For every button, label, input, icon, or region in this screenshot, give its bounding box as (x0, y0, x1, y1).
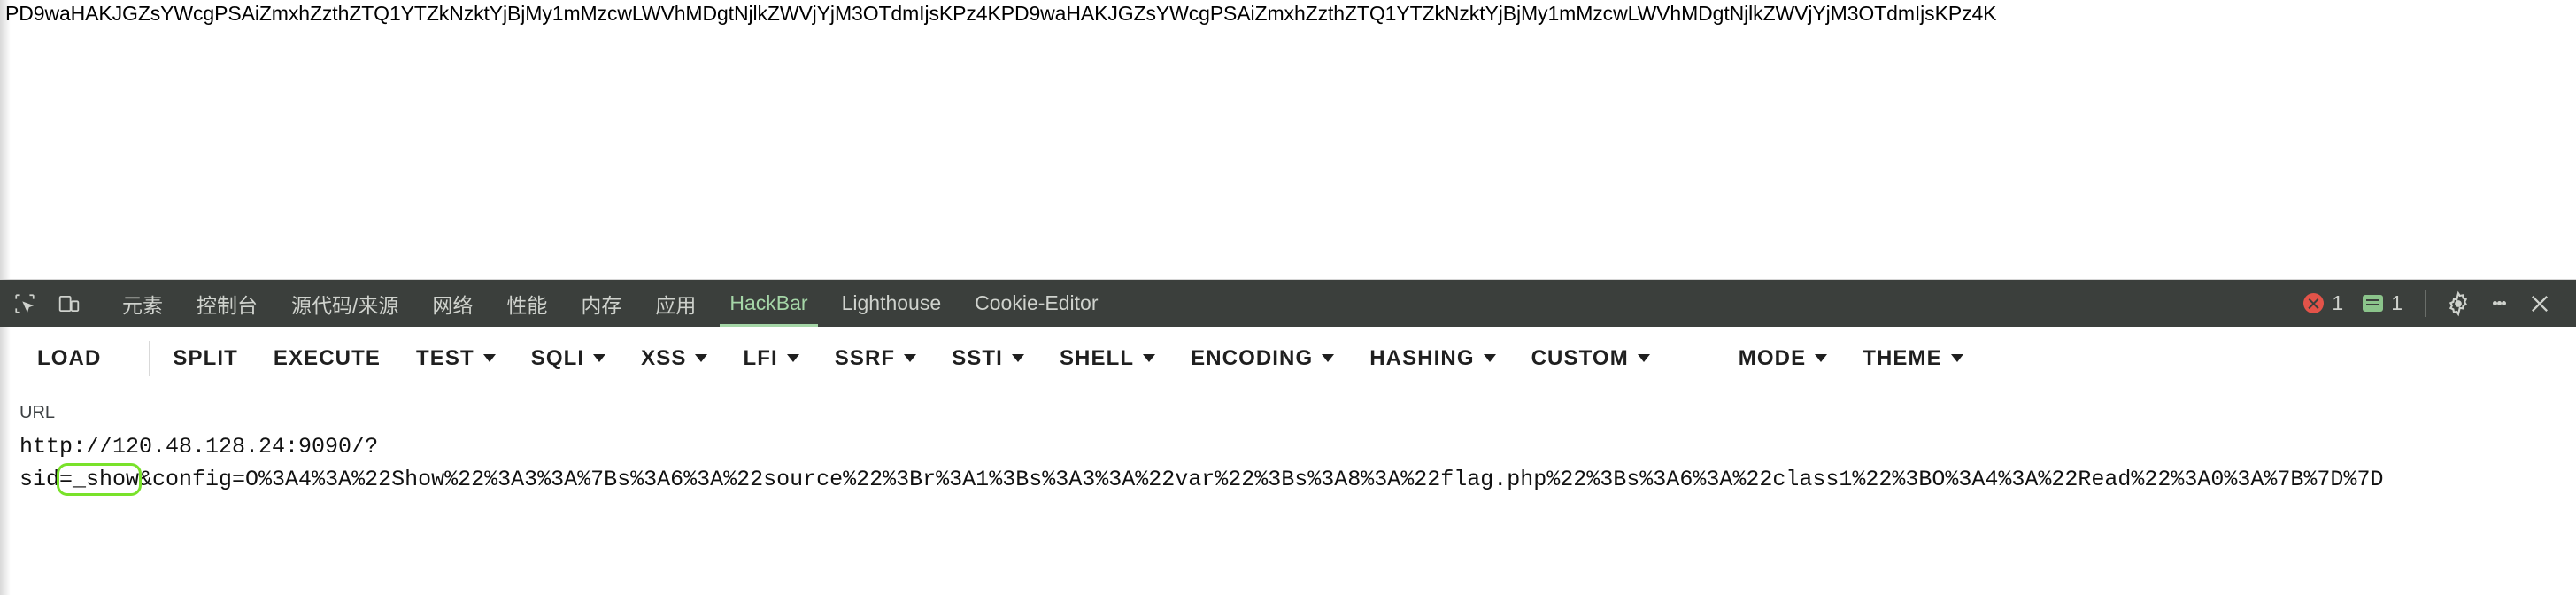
gear-icon[interactable] (2438, 283, 2479, 324)
error-icon (2303, 293, 2325, 313)
tab-performance[interactable]: 性能 (490, 280, 564, 327)
lfi-menu-label: LFI (743, 345, 778, 370)
load-button[interactable]: LOAD (19, 336, 119, 381)
mode-menu[interactable]: MODE (1721, 336, 1845, 381)
kebab-menu-icon[interactable] (2479, 283, 2519, 324)
tab-hackbar[interactable]: HackBar (713, 280, 824, 327)
ssti-menu-label: SSTI (952, 345, 1003, 370)
inspect-element-icon[interactable] (9, 288, 41, 320)
load-dropdown-icon[interactable] (119, 336, 143, 381)
message-count-label: 1 (2391, 291, 2402, 314)
hashing-menu-label: HASHING (1369, 345, 1475, 370)
ssti-menu[interactable]: SSTI (934, 336, 1042, 381)
device-toolbar-icon[interactable] (53, 288, 85, 320)
tab-application[interactable]: 应用 (638, 280, 713, 327)
theme-menu-label: THEME (1863, 345, 1942, 370)
chevron-down-icon (1143, 354, 1156, 362)
close-icon[interactable] (2519, 283, 2560, 324)
viewport-left-shade (0, 0, 11, 279)
chevron-down-icon (695, 354, 708, 362)
tab-lighthouse[interactable]: Lighthouse (825, 280, 959, 327)
tab-sources[interactable]: 源代码/来源 (274, 280, 415, 327)
toolbar-divider (149, 340, 150, 376)
theme-menu[interactable]: THEME (1845, 336, 1981, 381)
sqli-menu[interactable]: SQLI (513, 336, 623, 381)
shell-menu[interactable]: SHELL (1042, 336, 1173, 381)
devtools-status-area: 1 1 (2294, 280, 2576, 327)
url-label: URL (19, 403, 56, 422)
tab-console[interactable]: 控制台 (180, 280, 274, 327)
hashing-menu[interactable]: HASHING (1352, 336, 1513, 381)
chevron-down-icon (1011, 354, 1024, 362)
url-input[interactable]: http://120.48.128.24:9090/? sid=_show&co… (19, 430, 2557, 496)
chevron-down-icon (1950, 354, 1963, 362)
execute-button[interactable]: EXECUTE (256, 336, 398, 381)
hackbar-toolbar: LOAD SPLIT EXECUTE TEST SQLI XSS LFI SSR… (0, 327, 2576, 390)
test-menu-label: TEST (415, 345, 474, 370)
devtools-tabs: 元素 控制台 源代码/来源 网络 性能 内存 应用 HackBar Lighth… (105, 280, 1114, 327)
hackbar-panel: LOAD SPLIT EXECUTE TEST SQLI XSS LFI SSR… (0, 327, 2576, 595)
test-menu[interactable]: TEST (398, 336, 513, 381)
error-count-label: 1 (2332, 291, 2344, 314)
xss-menu[interactable]: XSS (623, 336, 725, 381)
sqli-menu-label: SQLI (530, 345, 585, 370)
page-viewport: PD9waHAKJGZsYWcgPSAiZmxhZzthZTQ1YTZkNzkt… (0, 0, 2576, 280)
ssrf-menu-label: SSRF (834, 345, 896, 370)
custom-menu-label: CUSTOM (1531, 345, 1629, 370)
chevron-down-icon (1637, 354, 1650, 362)
status-separator (2425, 290, 2426, 317)
page-body-text: PD9waHAKJGZsYWcgPSAiZmxhZzthZTQ1YTZkNzkt… (5, 2, 1997, 25)
tab-elements[interactable]: 元素 (105, 280, 180, 327)
chevron-down-icon (1815, 354, 1828, 362)
encoding-menu[interactable]: ENCODING (1173, 336, 1352, 381)
chevron-down-icon (904, 354, 917, 362)
xss-menu-label: XSS (641, 345, 687, 370)
browser-window: PD9waHAKJGZsYWcgPSAiZmxhZzthZTQ1YTZkNzkt… (0, 0, 2576, 595)
tab-network[interactable]: 网络 (415, 280, 490, 327)
url-highlighted-segment: =_show (57, 463, 143, 496)
url-block: URL http://120.48.128.24:9090/? sid=_sho… (0, 390, 2576, 496)
devtools-left-icons (0, 280, 90, 327)
chevron-down-icon (1483, 354, 1496, 362)
shell-menu-label: SHELL (1059, 345, 1135, 370)
chevron-down-icon (593, 354, 606, 362)
message-icon (2363, 295, 2384, 312)
lfi-menu[interactable]: LFI (725, 336, 816, 381)
message-count-indicator[interactable]: 1 (2353, 291, 2412, 315)
ssrf-menu[interactable]: SSRF (817, 336, 934, 381)
mode-menu-label: MODE (1738, 345, 1807, 370)
devtools-tabbar: 元素 控制台 源代码/来源 网络 性能 内存 应用 HackBar Lighth… (0, 280, 2576, 327)
custom-menu[interactable]: CUSTOM (1514, 336, 1668, 381)
split-button[interactable]: SPLIT (155, 336, 256, 381)
encoding-menu-label: ENCODING (1191, 345, 1314, 370)
chevron-down-icon (482, 354, 496, 362)
chevron-down-icon (1322, 354, 1335, 362)
tab-memory[interactable]: 内存 (564, 280, 638, 327)
url-text-after: &config=O%3A4%3A%22Show%22%3A3%3A%7Bs%3A… (139, 467, 2384, 492)
tab-cookie-editor[interactable]: Cookie-Editor (958, 280, 1114, 327)
error-count-indicator[interactable]: 1 (2294, 291, 2353, 315)
chevron-down-icon (786, 354, 799, 362)
